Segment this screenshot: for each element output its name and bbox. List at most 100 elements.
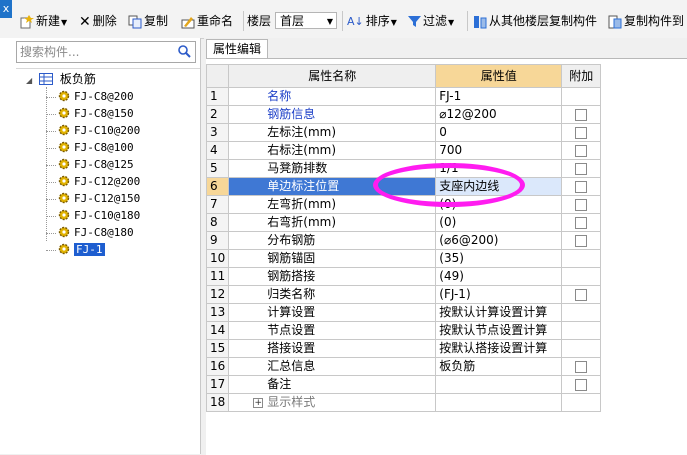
table-row[interactable]: 11 钢筋搭接 (49) [205,267,602,286]
property-value[interactable]: 700 [435,141,563,160]
tree-item[interactable]: FJ-C8@200 [58,89,134,105]
property-value[interactable]: 按默认节点设置计算 [435,321,563,340]
table-row[interactable]: 10 钢筋锚固 (35) [205,249,602,268]
copy-to-button[interactable]: 复制构件到 [608,12,684,30]
extra-cell[interactable] [561,357,602,376]
tree-item[interactable]: FJ-C8@100 [58,140,134,156]
tree-item[interactable]: FJ-C12@150 [58,191,140,207]
extra-cell[interactable] [561,213,602,232]
sort-button[interactable]: A↓ 排序▼ [347,12,397,30]
tree-item[interactable]: FJ-C10@180 [58,208,140,224]
tab-property-edit[interactable]: 属性编辑 [206,39,269,59]
property-value[interactable]: 1/1 [435,159,563,178]
copy-from-floor-button[interactable]: 从其他楼层复制构件 [473,12,597,30]
extra-checkbox[interactable] [575,108,588,121]
table-row[interactable]: 9 分布钢筋 (⌀6@200) [205,231,602,250]
extra-checkbox[interactable] [575,234,588,247]
table-row[interactable]: 16 汇总信息 板负筋 [205,357,602,376]
extra-cell[interactable] [561,105,602,124]
property-value[interactable]: 按默认计算设置计算 [435,303,563,322]
delete-icon: ✕ [79,13,91,30]
table-row[interactable]: 14 节点设置 按默认节点设置计算 [205,321,602,340]
row-number: 14 [205,321,230,340]
extra-cell [561,393,602,412]
extra-checkbox[interactable] [575,216,588,229]
extra-checkbox[interactable] [575,378,588,391]
table-row[interactable]: 4 右标注(mm) 700 [205,141,602,160]
property-value[interactable]: (49) [435,267,563,286]
tree-item[interactable]: FJ-C8@180 [58,225,134,241]
row-number: 3 [205,123,230,142]
property-name: 备注 [228,375,437,394]
extra-cell[interactable] [561,177,602,196]
floor-select[interactable]: 首层 ▼ [275,12,337,29]
property-value[interactable]: 支座内边线 [435,177,563,196]
table-row[interactable]: 12 归类名称 (FJ-1) [205,285,602,304]
property-value[interactable] [435,375,563,394]
extra-cell[interactable] [561,141,602,160]
table-row[interactable]: 7 左弯折(mm) (0) [205,195,602,214]
table-row[interactable]: 3 左标注(mm) 0 [205,123,602,142]
row-number: 1 [205,87,230,106]
tree-item[interactable]: FJ-C10@200 [58,123,140,139]
table-row[interactable]: 8 右弯折(mm) (0) [205,213,602,232]
table-row[interactable]: 1 名称 FJ-1 [205,87,602,106]
table-row[interactable]: 15 搭接设置 按默认搭接设置计算 [205,339,602,358]
extra-cell[interactable] [561,195,602,214]
extra-checkbox[interactable] [575,180,588,193]
row-number: 7 [205,195,230,214]
table-row[interactable]: 6 单边标注位置 支座内边线 [205,177,602,196]
property-value[interactable]: FJ-1 [435,87,563,106]
table-row[interactable]: 17 备注 [205,375,602,394]
extra-checkbox[interactable] [575,288,588,301]
property-value[interactable]: (0) [435,195,563,214]
collapse-icon[interactable]: ◢ [26,76,32,85]
extra-cell[interactable] [561,159,602,178]
tree-item[interactable]: FJ-C12@200 [58,174,140,190]
tree-item[interactable]: FJ-C8@150 [58,106,134,122]
extra-checkbox[interactable] [575,198,588,211]
property-value[interactable]: ⌀12@200 [435,105,563,124]
table-row[interactable]: 13 计算设置 按默认计算设置计算 [205,303,602,322]
tree-item-label: FJ-C10@180 [74,209,141,222]
property-value[interactable]: (35) [435,249,563,268]
filter-button[interactable]: 过滤▼ [408,12,454,30]
extra-cell[interactable] [561,231,602,250]
extra-cell [561,321,602,340]
table-row[interactable]: 18 + 显示样式 [205,393,602,412]
property-value[interactable]: 0 [435,123,563,142]
property-value[interactable]: (0) [435,213,563,232]
copy-button[interactable]: 复制 [128,12,168,30]
new-button[interactable]: 新建▼ [20,12,67,30]
extra-checkbox[interactable] [575,126,588,139]
tree-item[interactable]: FJ-1 [58,242,105,258]
search-icon[interactable] [178,45,191,58]
property-value[interactable]: 板负筋 [435,357,563,376]
extra-checkbox[interactable] [575,144,588,157]
property-value[interactable]: (FJ-1) [435,285,563,304]
table-row[interactable]: 2 钢筋信息 ⌀12@200 [205,105,602,124]
rename-button[interactable]: 重命名 [181,12,233,30]
close-icon[interactable]: x [0,0,12,18]
property-name: 左标注(mm) [228,123,437,142]
search-placeholder: 搜索构件... [20,45,80,59]
delete-button[interactable]: ✕ 删除 [79,12,117,30]
extra-checkbox[interactable] [575,162,588,175]
search-input[interactable]: 搜索构件... [16,41,196,63]
extra-cell[interactable] [561,285,602,304]
property-table: 属性名称 属性值 附加 1 名称 FJ-1 2 钢筋信息 ⌀12@200 3 左标注(mm) 0… [205,64,602,412]
tree-item-label: FJ-C12@200 [74,175,141,188]
property-value[interactable]: 按默认搭接设置计算 [435,339,563,358]
table-row[interactable]: 5 马凳筋排数 1/1 [205,159,602,178]
gear-icon [58,243,70,255]
tree-root[interactable]: ◢ 板负筋 [26,71,96,87]
extra-cell[interactable] [561,123,602,142]
gear-icon [58,192,70,204]
tree-item[interactable]: FJ-C8@125 [58,157,134,173]
extra-cell[interactable] [561,375,602,394]
property-value[interactable]: (⌀6@200) [435,231,563,250]
property-value[interactable] [435,393,563,412]
expand-icon[interactable]: + [253,397,264,408]
copy-to-icon [608,15,622,28]
extra-checkbox[interactable] [575,360,588,373]
